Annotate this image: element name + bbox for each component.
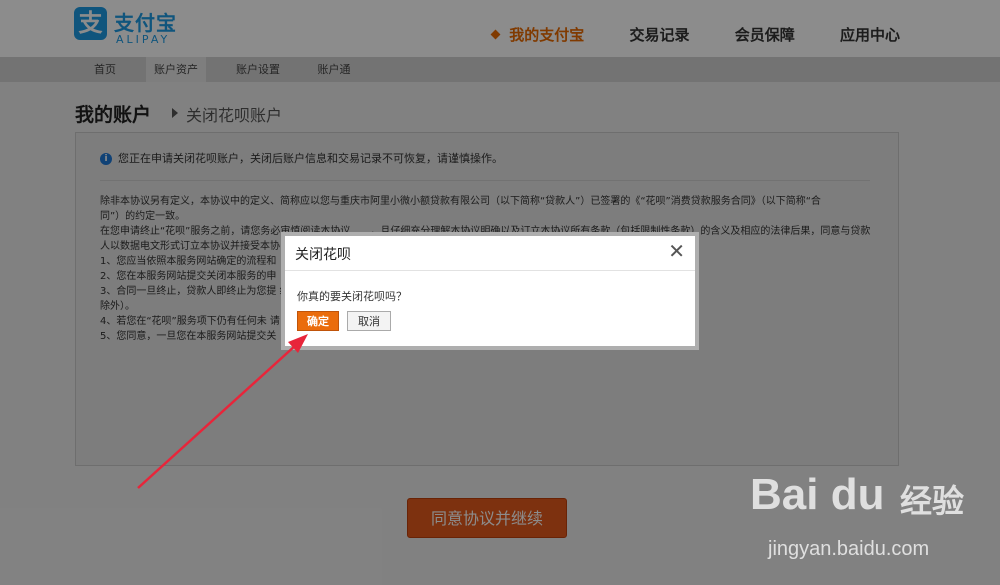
- baidu-jingyan-watermark: Bai du 经验 jingyan.baidu.com: [730, 470, 970, 580]
- close-icon[interactable]: ✕: [668, 239, 685, 263]
- dialog-title: 关闭花呗: [295, 247, 351, 263]
- watermark-brand: Bai du: [750, 470, 885, 519]
- watermark-brand-cn: 经验: [900, 482, 965, 520]
- dialog-message: 你真的要关闭花呗吗？: [297, 290, 407, 303]
- watermark-url: jingyan.baidu.com: [768, 538, 930, 560]
- close-huabei-dialog: 关闭花呗 ✕ 你真的要关闭花呗吗？ 确定 取消: [281, 232, 699, 350]
- confirm-button[interactable]: 确定: [297, 311, 339, 331]
- dialog-divider: [285, 270, 695, 271]
- cancel-button[interactable]: 取消: [347, 311, 391, 331]
